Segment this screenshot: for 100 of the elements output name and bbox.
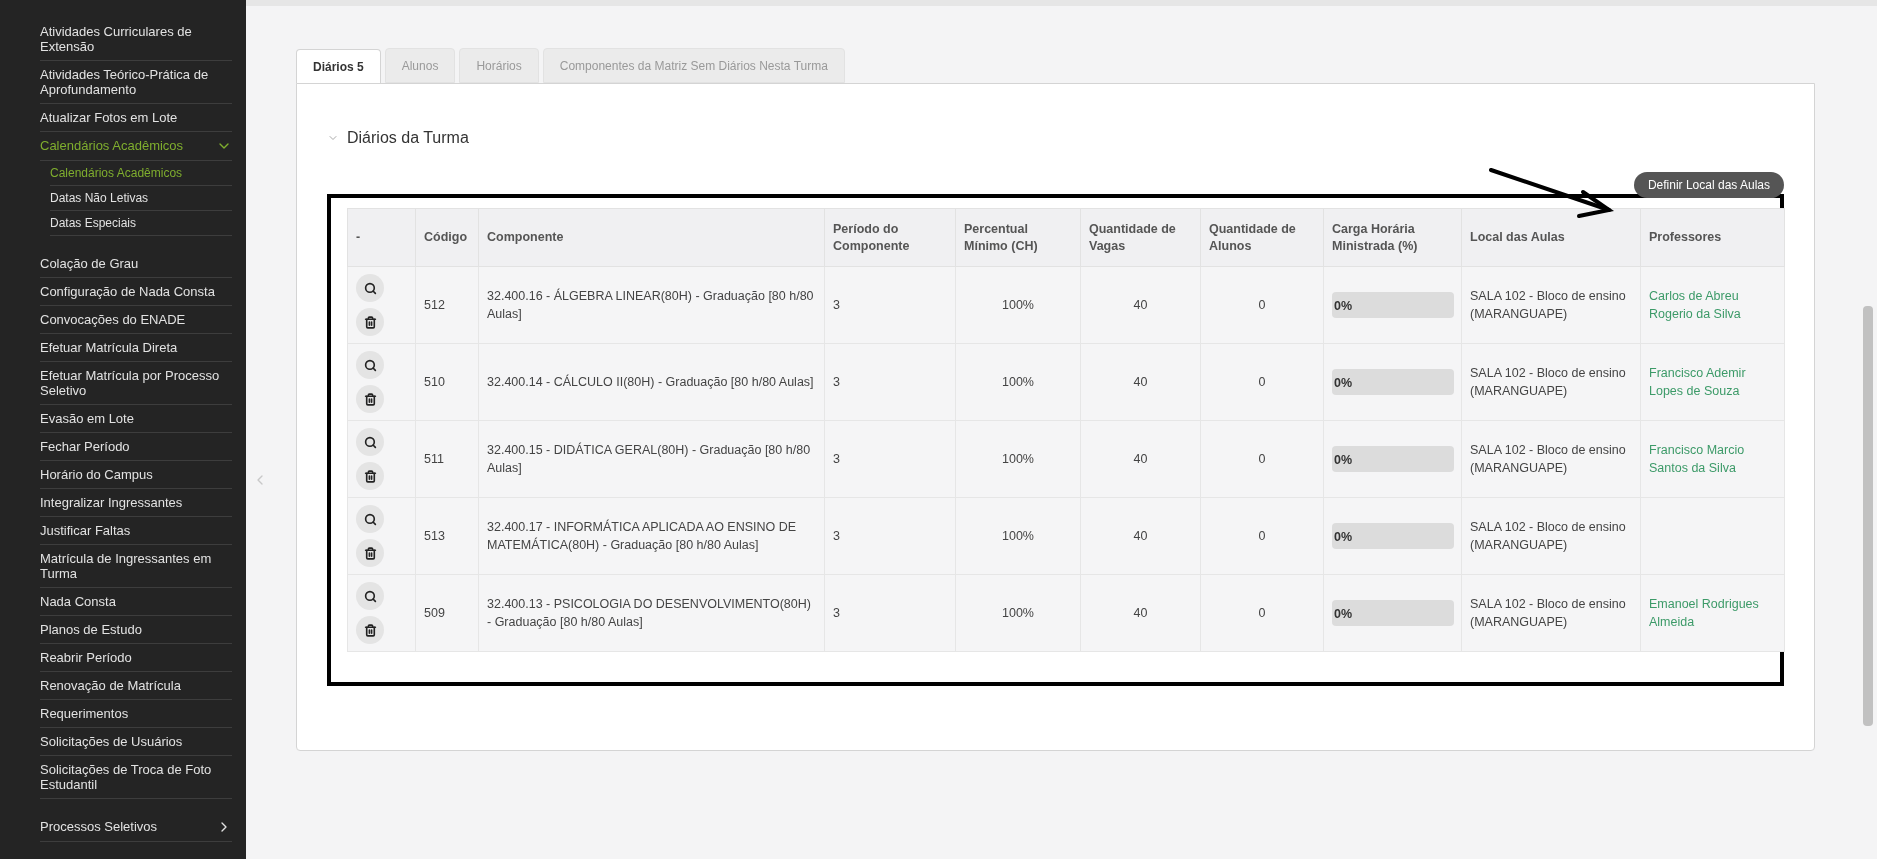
sidebar-subitem[interactable]: Datas Especiais	[50, 211, 232, 236]
define-location-button[interactable]: Definir Local das Aulas	[1633, 172, 1784, 198]
table-cell: 510	[415, 343, 479, 421]
sidebar-item[interactable]: Atualizar Fotos em Lote	[40, 104, 232, 132]
sidebar-item[interactable]: Processos Seletivos	[40, 813, 232, 842]
sidebar-item[interactable]: Atividades Curriculares de Extensão	[40, 18, 232, 61]
progress-label: 0%	[1334, 452, 1353, 469]
table-cell: 3	[824, 574, 956, 652]
search-icon	[363, 589, 377, 603]
table-cell: 40	[1080, 343, 1201, 421]
sidebar-item[interactable]: Efetuar Matrícula Direta	[40, 334, 232, 362]
table-cell: 32.400.15 - DIDÁTICA GERAL(80H) - Graduação [80 h/80 Aulas]	[478, 420, 825, 498]
view-button[interactable]	[356, 505, 384, 533]
delete-button[interactable]	[356, 462, 384, 490]
table-cell: SALA 102 - Bloco de ensino (MARANGUAPE)	[1461, 574, 1641, 652]
table-cell: 3	[824, 266, 956, 344]
delete-button[interactable]	[356, 308, 384, 336]
view-button[interactable]	[356, 351, 384, 379]
column-header: Período do Componente	[824, 208, 956, 267]
table-cell: 3	[824, 420, 956, 498]
view-button[interactable]	[356, 582, 384, 610]
table-cell: SALA 102 - Bloco de ensino (MARANGUAPE)	[1461, 343, 1641, 421]
table-cell: 513	[415, 497, 479, 575]
column-header: Carga Horária Ministrada (%)	[1323, 208, 1462, 267]
trash-icon	[363, 623, 377, 637]
sidebar-subitem[interactable]: Datas Não Letivas	[50, 186, 232, 211]
sidebar-item[interactable]: Reabrir Período	[40, 644, 232, 672]
table-cell: 32.400.13 - PSICOLOGIA DO DESENVOLVIMENTO(80H) - Graduação [80 h/80 Aulas]	[478, 574, 825, 652]
sidebar-item[interactable]: Evasão em Lote	[40, 405, 232, 433]
table-cell: 100%	[955, 497, 1081, 575]
table-cell: 0	[1200, 574, 1324, 652]
sidebar-item[interactable]: Solicitações de Usuários	[40, 728, 232, 756]
sidebar-item[interactable]: Colação de Grau	[40, 250, 232, 278]
table-cell: 100%	[955, 574, 1081, 652]
table-cell: 3	[824, 343, 956, 421]
table-cell: SALA 102 - Bloco de ensino (MARANGUAPE)	[1461, 266, 1641, 344]
sidebar-item[interactable]: Horário do Campus	[40, 461, 232, 489]
table-cell: SALA 102 - Bloco de ensino (MARANGUAPE)	[1461, 497, 1641, 575]
column-header: Componente	[478, 208, 825, 267]
table-cell: 0	[1200, 420, 1324, 498]
table-cell: 0	[1200, 343, 1324, 421]
sidebar-item[interactable]: Efetuar Matrícula por Processo Seletivo	[40, 362, 232, 405]
table-cell: 512	[415, 266, 479, 344]
search-icon	[363, 435, 377, 449]
sidebar-item[interactable]: Planos de Estudo	[40, 616, 232, 644]
sidebar-item[interactable]: Calendários Acadêmicos	[40, 132, 232, 161]
tab[interactable]: Diários 5	[296, 49, 381, 84]
column-header: Local das Aulas	[1461, 208, 1641, 267]
progress-label: 0%	[1334, 298, 1353, 315]
progress-label: 0%	[1334, 529, 1353, 546]
table-cell: 40	[1080, 420, 1201, 498]
column-header: Código	[415, 208, 479, 267]
search-icon	[363, 281, 377, 295]
table-cell: 32.400.16 - ÁLGEBRA LINEAR(80H) - Graduação [80 h/80 Aulas]	[478, 266, 825, 344]
column-header: Percentual Mínimo (CH)	[955, 208, 1081, 267]
table-cell: 100%	[955, 266, 1081, 344]
table-cell: 32.400.14 - CÁLCULO II(80H) - Graduação [80 h/80 Aulas]	[478, 343, 825, 421]
sidebar-item[interactable]: Nada Consta	[40, 588, 232, 616]
delete-button[interactable]	[356, 385, 384, 413]
sidebar-item[interactable]: Solicitações de Troca de Foto Estudantil	[40, 756, 232, 799]
table-cell: 40	[1080, 266, 1201, 344]
sidebar-item[interactable]: Atividades Teórico-Prática de Aprofundamento	[40, 61, 232, 104]
column-header: Professores	[1640, 208, 1785, 267]
table-cell: 40	[1080, 574, 1201, 652]
sidebar-item[interactable]: Justificar Faltas	[40, 517, 232, 545]
column-header: Quantidade de Vagas	[1080, 208, 1201, 267]
view-button[interactable]	[356, 274, 384, 302]
scrollbar[interactable]	[1863, 306, 1873, 726]
sidebar-item[interactable]: Integralizar Ingressantes	[40, 489, 232, 517]
trash-icon	[363, 392, 377, 406]
trash-icon	[363, 546, 377, 560]
table-cell: SALA 102 - Bloco de ensino (MARANGUAPE)	[1461, 420, 1641, 498]
column-header: -	[347, 208, 416, 267]
sidebar-item[interactable]: Renovação de Matrícula	[40, 672, 232, 700]
table-cell: 100%	[955, 420, 1081, 498]
table-cell: 40	[1080, 497, 1201, 575]
table-cell: 511	[415, 420, 479, 498]
progress-label: 0%	[1334, 375, 1353, 392]
view-button[interactable]	[356, 428, 384, 456]
column-header: Quantidade de Alunos	[1200, 208, 1324, 267]
trash-icon	[363, 469, 377, 483]
sidebar-item[interactable]: Requerimentos	[40, 700, 232, 728]
sidebar-item[interactable]: Fechar Período	[40, 433, 232, 461]
table-cell: 32.400.17 - INFORMÁTICA APLICADA AO ENSINO DE MATEMÁTICA(80H) - Graduação [80 h/80 Aulas]	[478, 497, 825, 575]
table-cell: 100%	[955, 343, 1081, 421]
trash-icon	[363, 315, 377, 329]
sidebar-item[interactable]: Matrícula de Ingressantes em Turma	[40, 545, 232, 588]
section-title: Diários da Turma	[347, 128, 469, 148]
delete-button[interactable]	[356, 539, 384, 567]
sidebar-subitem[interactable]: Calendários Acadêmicos	[50, 161, 232, 186]
sidebar-item[interactable]: Configuração de Nada Consta	[40, 278, 232, 306]
table-cell: 0	[1200, 266, 1324, 344]
table-cell: 509	[415, 574, 479, 652]
delete-button[interactable]	[356, 616, 384, 644]
table-cell: 3	[824, 497, 956, 575]
sidebar-item[interactable]: Convocações do ENADE	[40, 306, 232, 334]
progress-label: 0%	[1334, 606, 1353, 623]
search-icon	[363, 358, 377, 372]
table-cell: 0	[1200, 497, 1324, 575]
search-icon	[363, 512, 377, 526]
